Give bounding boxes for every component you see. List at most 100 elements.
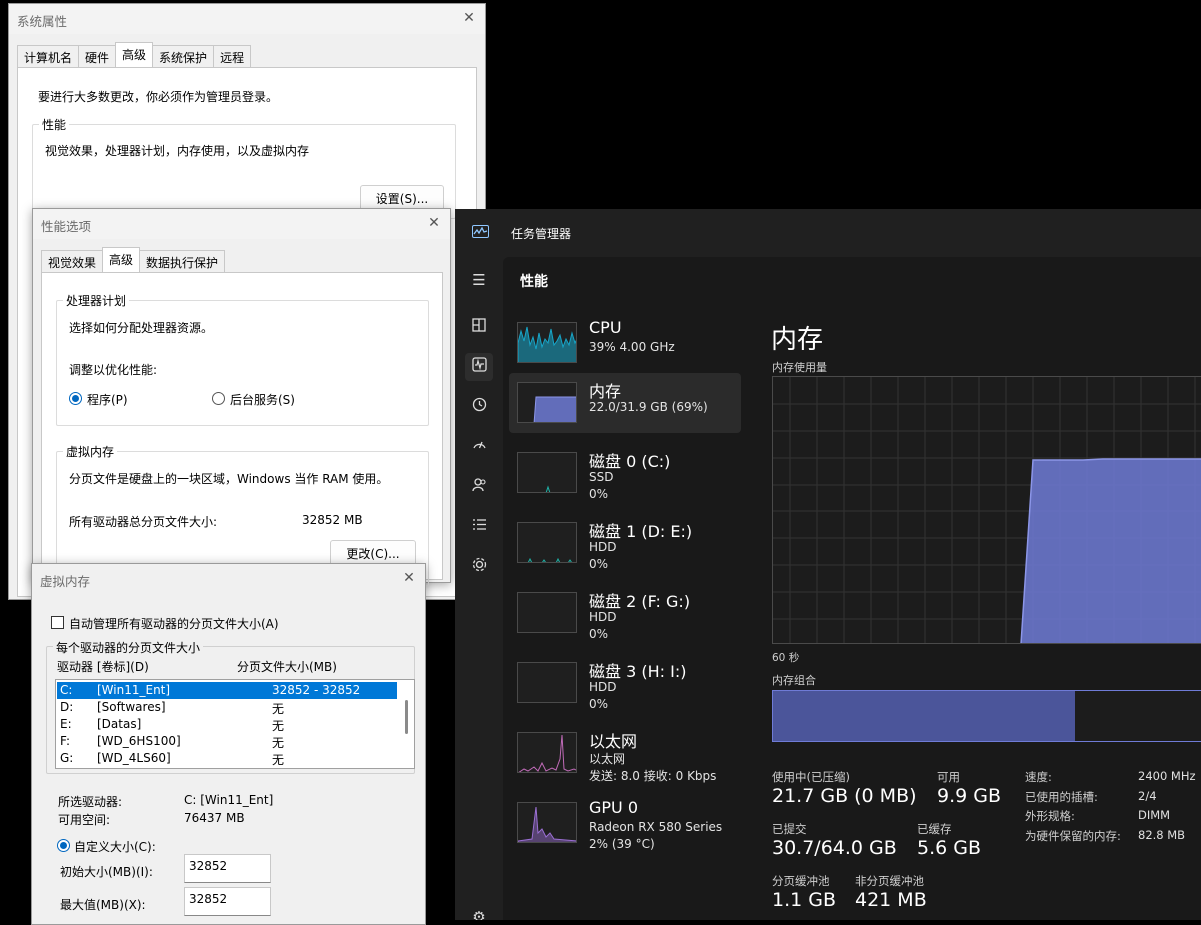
in-use-value: 21.7 GB (0 MB) xyxy=(772,785,917,807)
close-icon[interactable]: ✕ xyxy=(461,10,477,26)
resource-usage: 39% 4.00 GHz xyxy=(589,340,675,354)
tab-dep[interactable]: 数据执行保护 xyxy=(139,250,226,272)
composition-in-use-fill xyxy=(773,691,1076,741)
auto-manage-label: 自动管理所有驱动器的分页文件大小(A) xyxy=(69,617,279,631)
services-radio[interactable] xyxy=(212,392,225,405)
virtual-memory-window: 虚拟内存 ✕ 自动管理所有驱动器的分页文件大小(A) 每个驱动器的分页文件大小 … xyxy=(31,563,426,925)
tab-bar: 计算机名 硬件 高级 系统保护 远程 xyxy=(17,42,252,67)
performance-page: 性能 CPU 39% 4.00 GHz 内存 22.0/31.9 GB (69%… xyxy=(503,257,1201,920)
resource-name: 磁盘 3 (H: I:) xyxy=(589,662,687,681)
memory-usage-area xyxy=(1020,458,1201,643)
list-item[interactable]: D: [Softwares] 无 xyxy=(57,699,397,716)
per-drive-group: 每个驱动器的分页文件大小 驱动器 [卷标](D) 分页文件大小(MB) C: [… xyxy=(46,639,415,774)
page-title: 性能 xyxy=(520,274,548,290)
disk2-thumbnail-graph xyxy=(517,592,577,633)
resource-item-memory[interactable]: 内存 22.0/31.9 GB (69%) xyxy=(509,373,741,433)
tab-visual-effects[interactable]: 视觉效果 xyxy=(41,250,104,272)
resource-usage: 0% xyxy=(589,487,609,501)
slots-value: 2/4 xyxy=(1138,789,1157,803)
tab-system-protection[interactable]: 系统保护 xyxy=(152,45,215,67)
window-title: 系统属性 xyxy=(9,4,485,34)
tab-hardware[interactable]: 硬件 xyxy=(78,45,117,67)
slots-label: 已使用的插槽: xyxy=(1025,790,1098,804)
resource-name: CPU xyxy=(589,318,622,337)
performance-icon[interactable] xyxy=(465,353,493,381)
resource-item-disk2[interactable]: 磁盘 2 (F: G:) HDD 0% xyxy=(509,583,741,643)
drive-column-header: 驱动器 [卷标](D) xyxy=(57,660,149,674)
tab-advanced[interactable]: 高级 xyxy=(102,247,141,272)
tab-panel: 处理器计划 选择如何分配处理器资源。 调整以优化性能: 程序(P) 后台服务(S… xyxy=(41,272,443,586)
admin-note: 要进行大多数更改，你必须作为管理员登录。 xyxy=(38,90,279,104)
performance-options-window: 性能选项 ✕ 视觉效果 高级 数据执行保护 处理器计划 选择如何分配处理器资源。… xyxy=(32,208,451,586)
tab-computer-name[interactable]: 计算机名 xyxy=(17,45,80,67)
size-column-header: 分页文件大小(MB) xyxy=(237,660,337,674)
users-icon[interactable] xyxy=(465,473,493,501)
total-paging-label: 所有驱动器总分页文件大小: xyxy=(69,515,218,529)
resource-name: 磁盘 1 (D: E:) xyxy=(589,522,693,541)
list-item[interactable]: C: [Win11_Ent] 32852 - 32852 xyxy=(57,682,397,699)
task-manager-app-icon xyxy=(472,225,489,238)
available-label: 可用 xyxy=(937,770,960,784)
resource-type: HDD xyxy=(589,680,617,694)
processor-scheduling-group: 处理器计划 选择如何分配处理器资源。 调整以优化性能: 程序(P) 后台服务(S… xyxy=(56,292,429,426)
usage-chart-label: 内存使用量 xyxy=(772,361,827,374)
selected-drive-label: 所选驱动器: xyxy=(58,795,123,809)
app-history-icon[interactable] xyxy=(465,393,493,421)
group-title: 性能 xyxy=(39,116,70,133)
speed-value: 2400 MHz xyxy=(1138,769,1196,783)
auto-manage-checkbox[interactable] xyxy=(51,616,64,629)
max-size-label: 最大值(MB)(X): xyxy=(60,898,146,912)
resource-model: Radeon RX 580 Series xyxy=(589,820,723,834)
paged-pool-label: 分页缓冲池 xyxy=(772,874,830,888)
list-item[interactable]: E: [Datas] 无 xyxy=(57,716,397,733)
list-item[interactable]: G: [WD_4LS60] 无 xyxy=(57,750,397,767)
resource-name: 磁盘 2 (F: G:) xyxy=(589,592,691,611)
list-item[interactable]: F: [WD_6HS100] 无 xyxy=(57,733,397,750)
resource-type: HDD xyxy=(589,540,617,554)
custom-size-radio[interactable] xyxy=(57,839,70,852)
services-icon[interactable] xyxy=(465,553,493,581)
disk3-thumbnail-graph xyxy=(517,662,577,703)
details-icon[interactable] xyxy=(465,513,493,541)
programs-radio[interactable] xyxy=(69,392,82,405)
close-icon[interactable]: ✕ xyxy=(426,215,442,231)
resource-item-disk3[interactable]: 磁盘 3 (H: I:) HDD 0% xyxy=(509,653,741,713)
max-size-input[interactable]: 32852 xyxy=(184,887,271,916)
disk1-thumbnail-graph xyxy=(517,522,577,563)
close-icon[interactable]: ✕ xyxy=(401,570,417,586)
initial-size-input[interactable]: 32852 xyxy=(184,854,271,883)
resource-item-gpu[interactable]: GPU 0 Radeon RX 580 Series 2% (39 °C) xyxy=(509,793,741,853)
hamburger-menu-icon[interactable]: ☰ xyxy=(465,266,493,294)
nonpaged-pool-value: 421 MB xyxy=(855,889,927,911)
list-scrollbar[interactable] xyxy=(405,700,408,734)
cached-value: 5.6 GB xyxy=(917,837,982,859)
resource-type: SSD xyxy=(589,470,614,484)
resource-item-ethernet[interactable]: 以太网 以太网 发送: 8.0 接收: 0 Kbps xyxy=(509,723,741,783)
resource-usage: 0% xyxy=(589,557,609,571)
processor-description: 选择如何分配处理器资源。 xyxy=(69,321,214,335)
resource-item-cpu[interactable]: CPU 39% 4.00 GHz xyxy=(509,313,741,373)
gpu-thumbnail-graph xyxy=(517,802,577,843)
group-title: 虚拟内存 xyxy=(63,443,118,460)
resource-usage: 2% (39 °C) xyxy=(589,837,655,851)
available-value: 9.9 GB xyxy=(937,785,1002,807)
resource-item-disk1[interactable]: 磁盘 1 (D: E:) HDD 0% xyxy=(509,513,741,573)
tab-remote[interactable]: 远程 xyxy=(213,45,252,67)
resource-name: 磁盘 0 (C:) xyxy=(589,452,671,471)
task-manager-window: 任务管理器 ☰ ⚙ 性能 CPU 39% 4.00 GHz 内存 22.0/31… xyxy=(455,209,1201,920)
form-factor-value: DIMM xyxy=(1138,808,1171,822)
ethernet-thumbnail-graph xyxy=(517,732,577,773)
window-title: 虚拟内存 xyxy=(32,564,425,594)
settings-gear-icon[interactable]: ⚙ xyxy=(465,903,493,920)
hardware-reserved-label: 为硬件保留的内存: xyxy=(1025,829,1121,843)
tab-advanced[interactable]: 高级 xyxy=(115,42,154,67)
virtual-memory-description: 分页文件是硬盘上的一块区域，Windows 当作 RAM 使用。 xyxy=(69,472,389,486)
resource-item-disk0[interactable]: 磁盘 0 (C:) SSD 0% xyxy=(509,443,741,503)
resource-usage: 22.0/31.9 GB (69%) xyxy=(589,400,708,414)
startup-apps-icon[interactable] xyxy=(465,433,493,461)
committed-value: 30.7/64.0 GB xyxy=(772,837,897,859)
detail-title: 内存 xyxy=(771,325,824,355)
free-space-value: 76437 MB xyxy=(184,811,245,825)
drive-list[interactable]: C: [Win11_Ent] 32852 - 32852 D: [Softwar… xyxy=(55,679,415,769)
processes-icon[interactable] xyxy=(465,313,493,341)
